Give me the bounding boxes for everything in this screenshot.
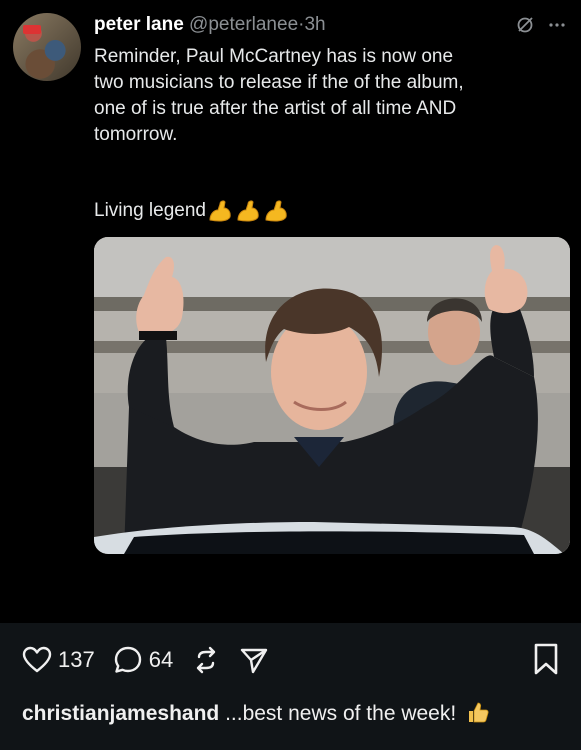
save-action[interactable] bbox=[531, 642, 561, 681]
photo-illustration bbox=[94, 237, 570, 554]
tweet-line: Reminder, Paul McCartney has is now one bbox=[94, 46, 454, 67]
tweet-photo[interactable] bbox=[94, 237, 570, 554]
post-caption: christianjameshand ...best news of the w… bbox=[22, 700, 490, 726]
more-options-icon[interactable] bbox=[547, 15, 567, 35]
thumbs-up-icon bbox=[469, 702, 489, 723]
tweet-line: one of is true after the artist of all t… bbox=[94, 98, 457, 119]
caption-username[interactable]: christianjameshand bbox=[22, 702, 219, 725]
repost-action[interactable] bbox=[191, 645, 221, 675]
tweet-line: tomorrow. bbox=[94, 124, 178, 145]
flexed-biceps-icon bbox=[265, 200, 287, 222]
tweet-avatar[interactable] bbox=[13, 13, 81, 81]
header-icons bbox=[515, 12, 567, 38]
comment-count: 64 bbox=[148, 647, 174, 672]
post-actions: 137 64 bbox=[22, 640, 561, 680]
avatar-sign-decoration bbox=[23, 25, 41, 34]
tweet-header: peter lane @peterlanee·3h bbox=[94, 12, 567, 38]
comment-action[interactable]: 64 bbox=[113, 645, 173, 675]
comment-icon[interactable] bbox=[113, 645, 143, 675]
share-action[interactable] bbox=[239, 645, 269, 675]
like-action[interactable]: 137 bbox=[22, 645, 95, 675]
tweet-tagline: Living legend bbox=[94, 198, 290, 224]
caption-text: ...best news of the week! bbox=[219, 702, 457, 725]
flexed-biceps-icon bbox=[237, 200, 259, 222]
repost-icon[interactable] bbox=[191, 645, 221, 675]
tweet-text: Reminder, Paul McCartney has is now one … bbox=[94, 44, 564, 148]
display-name[interactable]: peter lane bbox=[94, 14, 184, 35]
send-icon[interactable] bbox=[239, 645, 269, 675]
timestamp: 3h bbox=[304, 14, 326, 35]
grok-icon[interactable] bbox=[515, 15, 535, 35]
tweet-line: two musicians to release if the of the a… bbox=[94, 72, 464, 93]
handle[interactable]: @peterlanee bbox=[189, 14, 298, 35]
flexed-biceps-icon bbox=[209, 200, 231, 222]
like-count: 137 bbox=[58, 647, 95, 672]
bookmark-icon[interactable] bbox=[531, 642, 561, 676]
heart-icon[interactable] bbox=[22, 645, 52, 675]
tagline-text: Living legend bbox=[94, 200, 206, 221]
